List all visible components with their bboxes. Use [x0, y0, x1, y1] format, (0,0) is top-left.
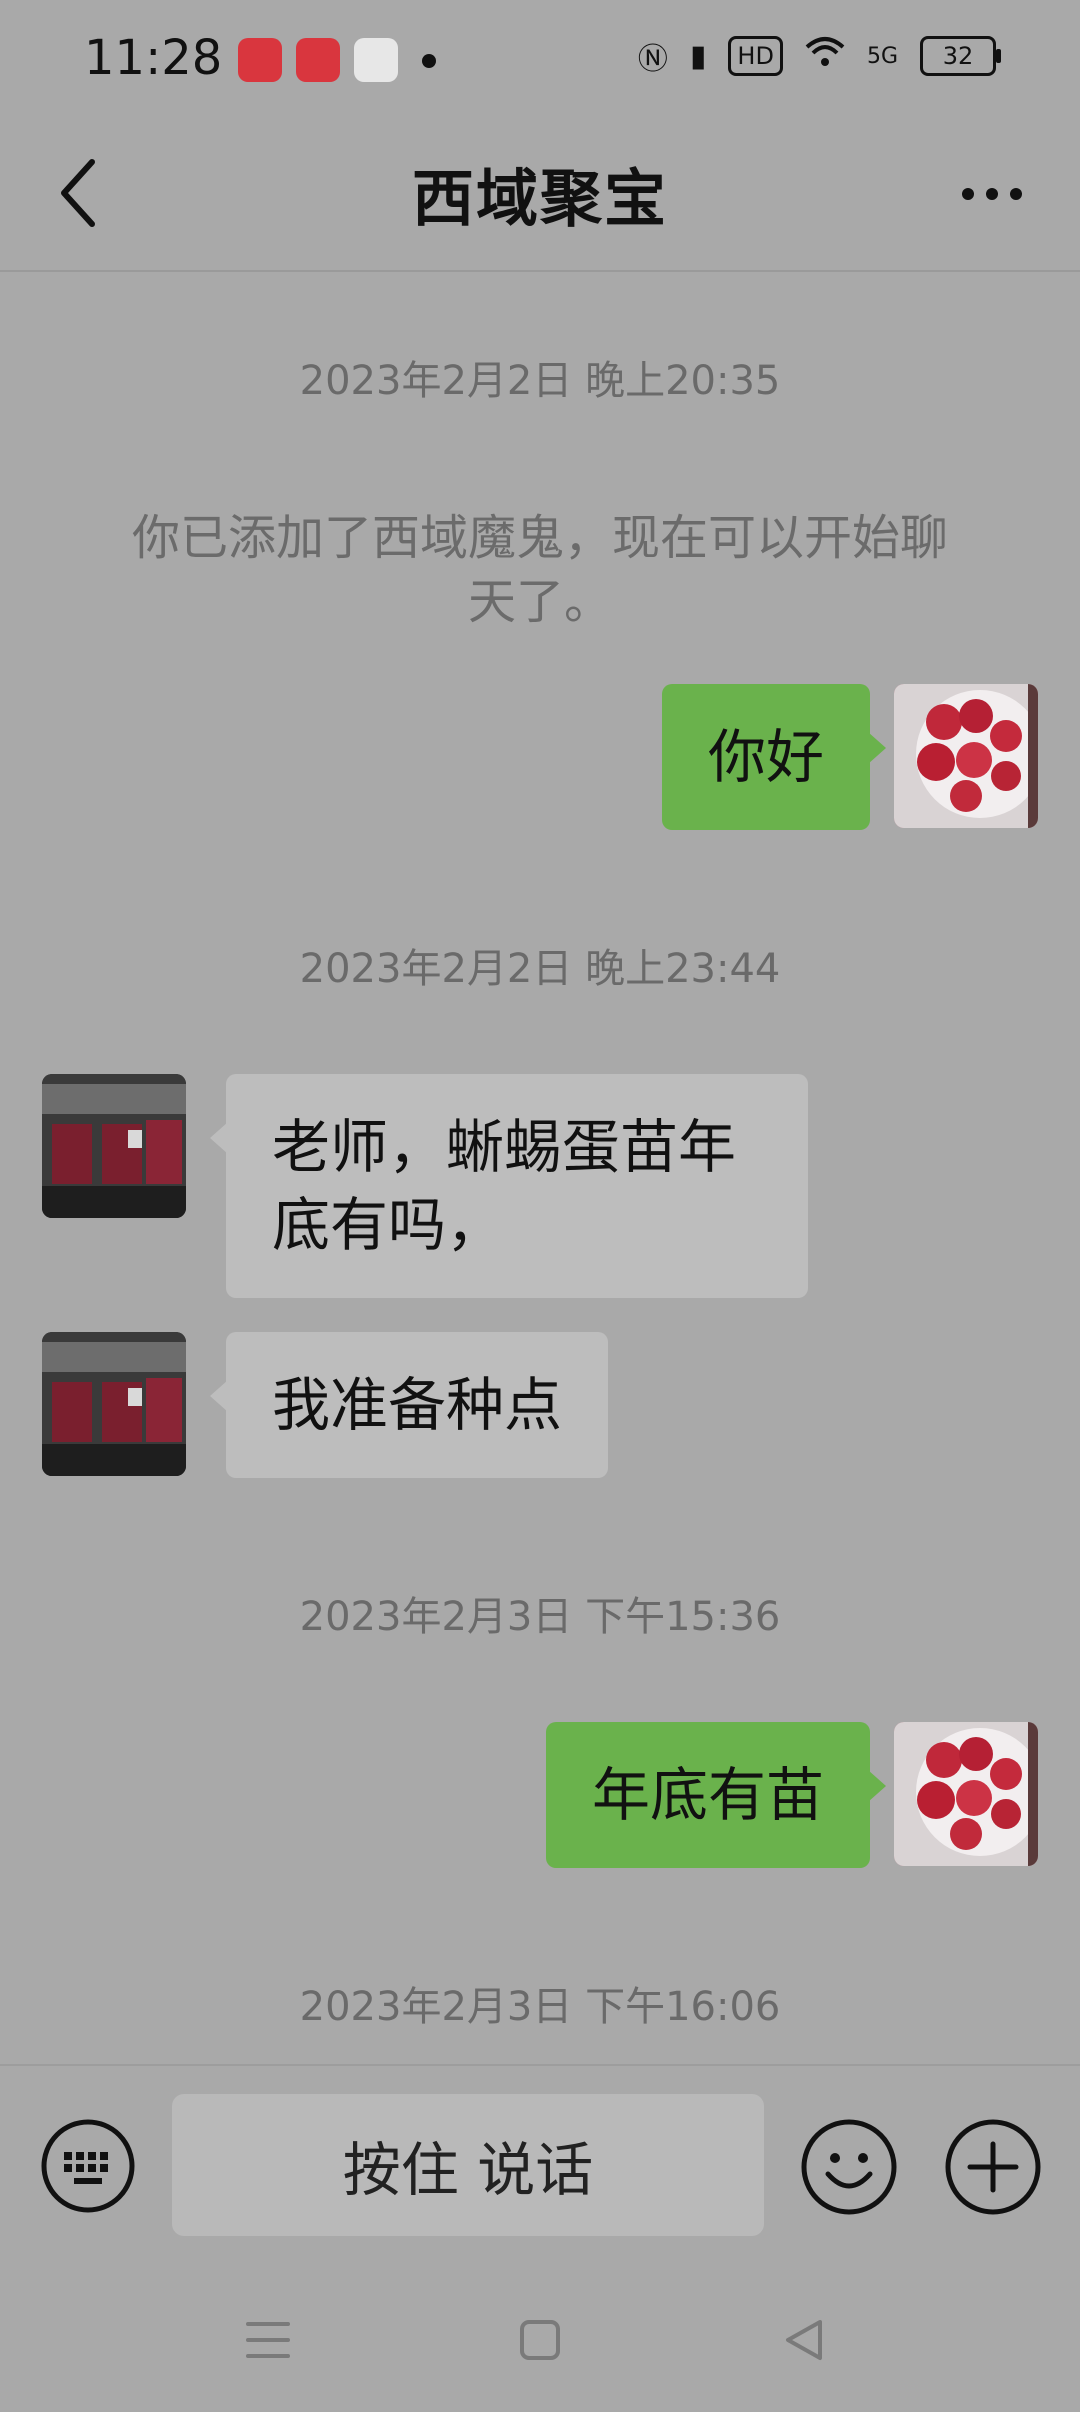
more-button[interactable] — [952, 164, 1032, 224]
my-avatar[interactable] — [894, 684, 1038, 828]
home-icon — [520, 2320, 560, 2360]
more-icon-dot — [1010, 188, 1022, 200]
signal-icon: 5G — [866, 43, 898, 69]
app-notification-icon — [296, 38, 340, 82]
battery-indicator: 32 — [920, 36, 1001, 76]
avatar-image — [42, 1332, 186, 1476]
avatar-image — [894, 1722, 1038, 1866]
recent-apps-button[interactable] — [240, 2312, 296, 2368]
keyboard-toggle-button[interactable] — [40, 2118, 136, 2214]
more-icon — [962, 188, 974, 200]
chat-screen: 11:28 Ⓝ ▮ HD 5G 32 西域聚宝 2023年2月2日 晚上20:3… — [0, 0, 1080, 2412]
system-message: 你已添加了西域魔鬼，现在可以开始聊天了。 — [131, 510, 948, 630]
back-triangle-icon — [786, 2320, 822, 2360]
system-nav-bar — [0, 2264, 1080, 2412]
message-bubble[interactable]: 年底有苗 — [545, 1722, 887, 1868]
system-indicators: Ⓝ ▮ HD 5G 32 — [637, 34, 1001, 78]
menu-icon — [246, 2322, 290, 2358]
du-notification-icon — [354, 38, 398, 82]
timestamp: 2023年2月3日 下午16:06 — [299, 1984, 781, 2030]
more-functions-button[interactable] — [944, 2118, 1042, 2216]
status-bar: 11:28 Ⓝ ▮ HD 5G 32 — [0, 0, 1080, 120]
status-time: 11:28 — [84, 30, 223, 86]
nfc-icon: Ⓝ — [637, 42, 668, 77]
message-bubble[interactable]: 老师，蜥蜴蛋苗年底有吗， — [210, 1074, 808, 1298]
plus-icon — [945, 2119, 1041, 2215]
more-icon-dot — [986, 188, 998, 200]
hd-icon: HD — [728, 36, 783, 76]
contact-avatar[interactable] — [42, 1074, 186, 1218]
vibrate-icon: ▮ — [689, 38, 707, 74]
chat-header: 西域聚宝 — [0, 120, 1080, 270]
emoji-button[interactable] — [800, 2118, 898, 2216]
my-avatar[interactable] — [894, 1722, 1038, 1866]
app-notification-icon — [238, 38, 282, 82]
battery-level: 32 — [942, 42, 974, 70]
avatar-image — [894, 684, 1038, 828]
notification-icons — [238, 38, 436, 82]
timestamp: 2023年2月2日 晚上23:44 — [299, 946, 781, 992]
message-bubble[interactable]: 我准备种点 — [209, 1332, 609, 1478]
nav-back-button[interactable] — [776, 2312, 832, 2368]
chat-title: 西域聚宝 — [411, 162, 668, 235]
emoji-icon — [801, 2119, 897, 2215]
timestamp: 2023年2月3日 下午15:36 — [299, 1594, 781, 1640]
hold-to-talk-button[interactable]: 按住 说话 — [172, 2094, 764, 2236]
input-bar: 按住 说话 — [0, 2064, 1080, 2266]
home-button[interactable] — [512, 2312, 568, 2368]
avatar-image — [42, 1074, 186, 1218]
message-bubble[interactable]: 你好 — [661, 684, 887, 830]
contact-avatar[interactable] — [42, 1332, 186, 1476]
timestamp: 2023年2月2日 晚上20:35 — [299, 358, 781, 404]
keyboard-icon — [41, 2119, 135, 2213]
message-list[interactable]: 2023年2月2日 晚上20:35 你已添加了西域魔鬼，现在可以开始聊天了。 你… — [0, 272, 1080, 2064]
wifi-icon — [805, 35, 845, 77]
more-notifications-dot — [422, 54, 436, 68]
